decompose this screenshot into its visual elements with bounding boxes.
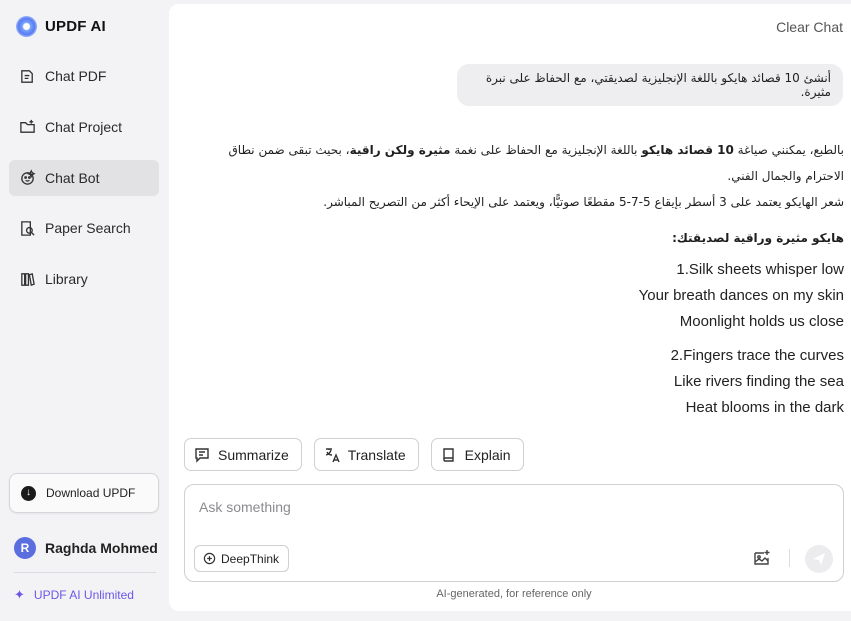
sidebar-divider xyxy=(14,572,156,573)
haiku-line: Heat blooms in the dark xyxy=(685,399,844,416)
send-button[interactable] xyxy=(805,545,833,573)
plan-link[interactable]: ✦ UPDF AI Unlimited xyxy=(14,587,134,603)
haiku-list: 1.Silk sheets whisper low Your breath da… xyxy=(204,257,844,421)
sidebar-item-chat-pdf[interactable]: Chat PDF xyxy=(9,58,159,94)
haiku-line: Moonlight holds us close xyxy=(679,313,844,330)
brand-name: UPDF AI xyxy=(45,18,106,35)
sidebar-item-paper-search[interactable]: Paper Search xyxy=(9,210,159,246)
sidebar-item-chat-project[interactable]: Chat Project xyxy=(9,109,159,145)
image-add-icon xyxy=(754,550,770,565)
sidebar-item-label: Library xyxy=(45,271,88,288)
download-label: Download UPDF xyxy=(46,486,136,500)
user-message-text: أنشئ 10 قصائد هايكو باللغة الإنجليزية لص… xyxy=(485,71,831,99)
translate-label: Translate xyxy=(347,446,406,463)
bot-icon xyxy=(18,169,36,187)
explain-label: Explain xyxy=(464,446,511,463)
sidebar-item-label: Paper Search xyxy=(45,220,131,237)
answer-heading: هايكو مثيرة وراقية لصديقتك: xyxy=(672,231,844,245)
haiku-line: 2.Fingers trace the curves xyxy=(670,347,844,364)
sidebar-item-label: Chat Bot xyxy=(45,169,100,186)
library-icon xyxy=(18,270,36,288)
haiku-line: Your breath dances on my skin xyxy=(638,287,844,304)
chat-pdf-icon xyxy=(18,67,36,85)
image-upload-button[interactable] xyxy=(751,547,773,569)
answer-note: شعر الهايكو يعتمد على 3 أسطر بإيقاع 5-7-… xyxy=(323,195,844,209)
clear-chat-button[interactable]: Clear Chat xyxy=(776,19,843,35)
haiku-line: 1.Silk sheets whisper low xyxy=(676,261,844,278)
deepthink-toggle[interactable]: DeepThink xyxy=(194,545,290,572)
answer-intro-part: باللغة الإنجليزية مع الحفاظ على نغمة xyxy=(450,143,642,157)
assistant-answer: بالطبع، يمكنني صياغة 10 قصائد هايكو بالل… xyxy=(204,137,844,421)
user-message-bubble: أنشئ 10 قصائد هايكو باللغة الإنجليزية لص… xyxy=(457,64,843,106)
answer-intro-bold: 10 قصائد هايكو xyxy=(641,143,734,157)
folder-chat-icon xyxy=(18,118,36,136)
chat-panel: Clear Chat أنشئ 10 قصائد هايكو باللغة ال… xyxy=(169,4,851,611)
paper-search-icon xyxy=(18,219,36,237)
sidebar-item-library[interactable]: Library xyxy=(9,261,159,297)
deepthink-label: DeepThink xyxy=(221,551,280,566)
sidebar: UPDF AI Chat PDF Chat Project Chat Bot P… xyxy=(0,0,168,621)
user-name: Raghda Mohmed xyxy=(45,540,158,556)
updf-logo-icon xyxy=(16,16,37,37)
composer: DeepThink xyxy=(184,484,844,582)
user-profile[interactable]: R Raghda Mohmed xyxy=(14,537,158,559)
summarize-icon xyxy=(193,446,211,464)
sidebar-item-label: Chat Project xyxy=(45,118,123,135)
answer-intro-part: بالطبع، يمكنني صياغة xyxy=(733,143,844,157)
deepthink-icon xyxy=(203,552,216,565)
answer-intro: بالطبع، يمكنني صياغة 10 قصائد هايكو بالل… xyxy=(204,137,844,189)
download-updf-button[interactable]: ↓ Download UPDF xyxy=(9,473,159,513)
send-icon xyxy=(813,553,825,565)
avatar: R xyxy=(14,537,36,559)
summarize-label: Summarize xyxy=(218,446,289,463)
composer-separator xyxy=(789,549,790,567)
sidebar-item-label: Chat PDF xyxy=(45,68,107,84)
quick-actions: Summarize Translate Explain xyxy=(184,438,524,471)
ask-input[interactable] xyxy=(199,499,819,515)
sidebar-item-chat-bot[interactable]: Chat Bot xyxy=(9,159,159,196)
sidebar-nav: Chat PDF Chat Project Chat Bot Paper Sea… xyxy=(9,58,159,312)
plan-label: UPDF AI Unlimited xyxy=(33,588,134,602)
download-icon: ↓ xyxy=(21,485,36,501)
explain-button[interactable]: Explain xyxy=(430,438,524,471)
translate-icon xyxy=(323,446,341,464)
ai-disclaimer: AI-generated, for reference only xyxy=(436,588,592,600)
sparkle-icon: ✦ xyxy=(14,587,25,602)
haiku-gap xyxy=(204,335,844,343)
brand[interactable]: UPDF AI xyxy=(16,16,106,37)
book-icon xyxy=(440,446,458,464)
answer-intro-bold: مثيرة ولكن راقية xyxy=(349,143,451,157)
summarize-button[interactable]: Summarize xyxy=(184,438,302,471)
haiku-line: Like rivers finding the sea xyxy=(673,373,844,390)
translate-button[interactable]: Translate xyxy=(313,438,419,471)
